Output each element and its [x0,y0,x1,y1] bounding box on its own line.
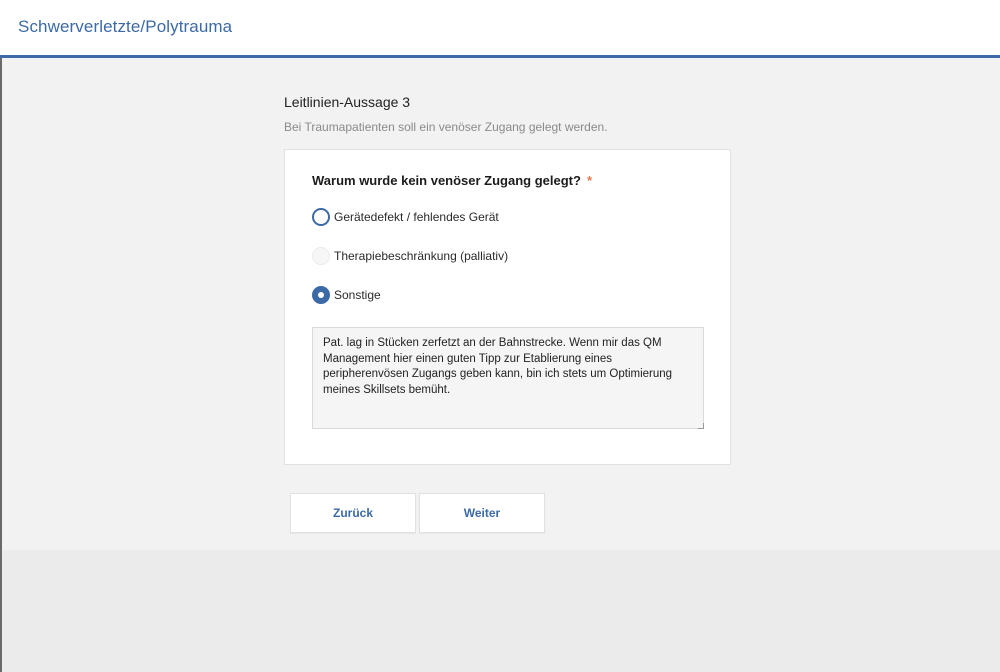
statement-text: Bei Traumapatienten soll ein venöser Zug… [284,120,608,134]
option-label: Gerätedefekt / fehlendes Gerät [334,210,499,224]
option-therapiebeschraenkung: Therapiebeschränkung (palliativ) [312,246,508,266]
question-text: Warum wurde kein venöser Zugang gelegt? [312,173,581,188]
option-label: Therapiebeschränkung (palliativ) [334,249,509,263]
resize-grip-icon[interactable] [698,423,704,429]
page: Schwerverletzte/Polytrauma Leitlinien-Au… [0,0,1000,672]
top-bar: Schwerverletzte/Polytrauma [0,0,1000,58]
next-button[interactable]: Weiter [419,493,545,533]
option-geraetedefekt[interactable]: Gerätedefekt / fehlendes Gerät [312,207,499,227]
option-sonstige[interactable]: Sonstige [312,285,381,305]
radio-checked-icon[interactable] [312,286,330,304]
option-label: Sonstige [334,288,381,302]
statement-heading: Leitlinien-Aussage 3 [284,94,411,110]
radio-disabled-icon [312,247,330,265]
question-label: Warum wurde kein venöser Zugang gelegt? * [312,173,592,188]
app-title: Schwerverletzte/Polytrauma [18,17,233,36]
back-button[interactable]: Zurück [290,493,416,533]
required-marker: * [586,173,593,188]
other-reason-textarea[interactable]: Pat. lag in Stücken zerfetzt an der Bahn… [312,327,704,429]
radio-unchecked-icon[interactable] [312,208,330,226]
question-card: Warum wurde kein venöser Zugang gelegt? *… [284,149,731,465]
